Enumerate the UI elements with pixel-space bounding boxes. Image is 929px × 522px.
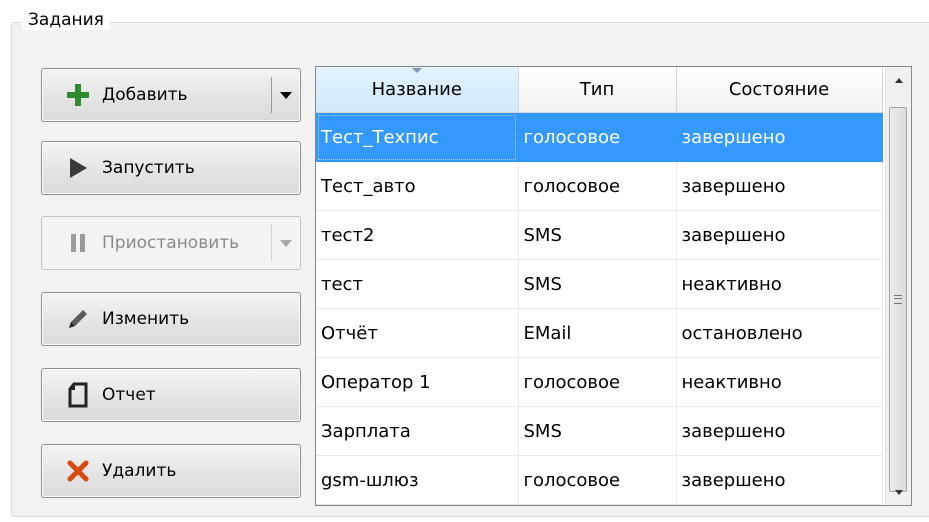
cell-name: Тест_Техпис [316,112,519,162]
cell-type: SMS [518,210,677,260]
cell-name: Тест_авто [316,161,519,211]
cell-state: неактивно [676,259,883,309]
column-header-type[interactable]: Тип [518,67,677,113]
cell-name: Отчёт [316,308,519,358]
pause-icon [58,233,98,253]
cell-type: голосовое [518,357,677,407]
cell-state: остановлено [676,308,883,358]
table-row[interactable]: Тест_авто голосовое завершено [316,161,883,211]
grip-icon [894,295,902,304]
start-button-label: Запустить [102,158,195,178]
cell-state: завершено [676,112,883,162]
report-button[interactable]: Отчет [41,368,301,422]
chevron-down-icon [280,91,292,99]
delete-button-label: Удалить [102,461,177,481]
table-row[interactable]: Оператор 1 голосовое неактивно [316,357,883,407]
edit-button[interactable]: Изменить [41,292,301,346]
sort-arrow-icon [411,68,422,73]
start-button[interactable]: Запустить [41,141,301,195]
cell-name: gsm-шлюз [316,455,519,505]
cell-type: голосовое [518,161,677,211]
tasks-table: Название Тип Состояние Тест_Техпис голос… [316,67,883,505]
table-row[interactable]: Тест_Техпис голосовое завершено [316,112,883,162]
group-title: Задания [22,10,110,30]
cell-type: голосовое [518,455,677,505]
cell-type: SMS [518,406,677,456]
cell-name: тест2 [316,210,519,260]
cell-type: голосовое [518,112,677,162]
tasks-grid[interactable]: Название Тип Состояние Тест_Техпис голос… [315,66,912,506]
arrow-down-icon [894,489,903,495]
table-row[interactable]: gsm-шлюз голосовое завершено [316,455,883,505]
cell-state: завершено [676,406,883,456]
cell-name: Оператор 1 [316,357,519,407]
column-header-name[interactable]: Название [316,67,519,113]
chevron-down-icon [280,239,292,247]
table-row[interactable]: тест SMS неактивно [316,259,883,309]
table-header-row: Название Тип Состояние [316,67,883,113]
arrow-up-icon [894,77,903,83]
table-row[interactable]: тест2 SMS завершено [316,210,883,260]
pencil-icon [58,307,98,331]
plus-icon [58,83,98,107]
pause-button-label: Приостановить [102,233,240,253]
cell-name: тест [316,259,519,309]
vertical-scrollbar[interactable] [885,67,911,505]
cell-type: SMS [518,259,677,309]
add-button-label: Добавить [102,85,188,105]
table-row[interactable]: Зарплата SMS завершено [316,406,883,456]
scroll-up-button[interactable] [886,67,911,93]
pause-button[interactable]: Приостановить [41,216,301,270]
cell-state: завершено [676,210,883,260]
table-row[interactable]: Отчёт EMail остановлено [316,308,883,358]
report-button-label: Отчет [102,385,156,405]
document-icon [58,382,98,408]
cell-state: неактивно [676,357,883,407]
x-icon [58,460,98,482]
column-header-state[interactable]: Состояние [676,67,883,113]
scroll-down-button[interactable] [886,479,911,505]
delete-button[interactable]: Удалить [41,444,301,498]
scrollbar-thumb[interactable] [889,107,907,492]
play-icon [58,157,98,179]
cell-state: завершено [676,161,883,211]
cell-state: завершено [676,455,883,505]
cell-type: EMail [518,308,677,358]
edit-button-label: Изменить [102,309,190,329]
pause-dropdown-toggle[interactable] [271,225,300,261]
add-button[interactable]: Добавить [41,68,301,122]
add-dropdown-toggle[interactable] [271,77,300,113]
cell-name: Зарплата [316,406,519,456]
